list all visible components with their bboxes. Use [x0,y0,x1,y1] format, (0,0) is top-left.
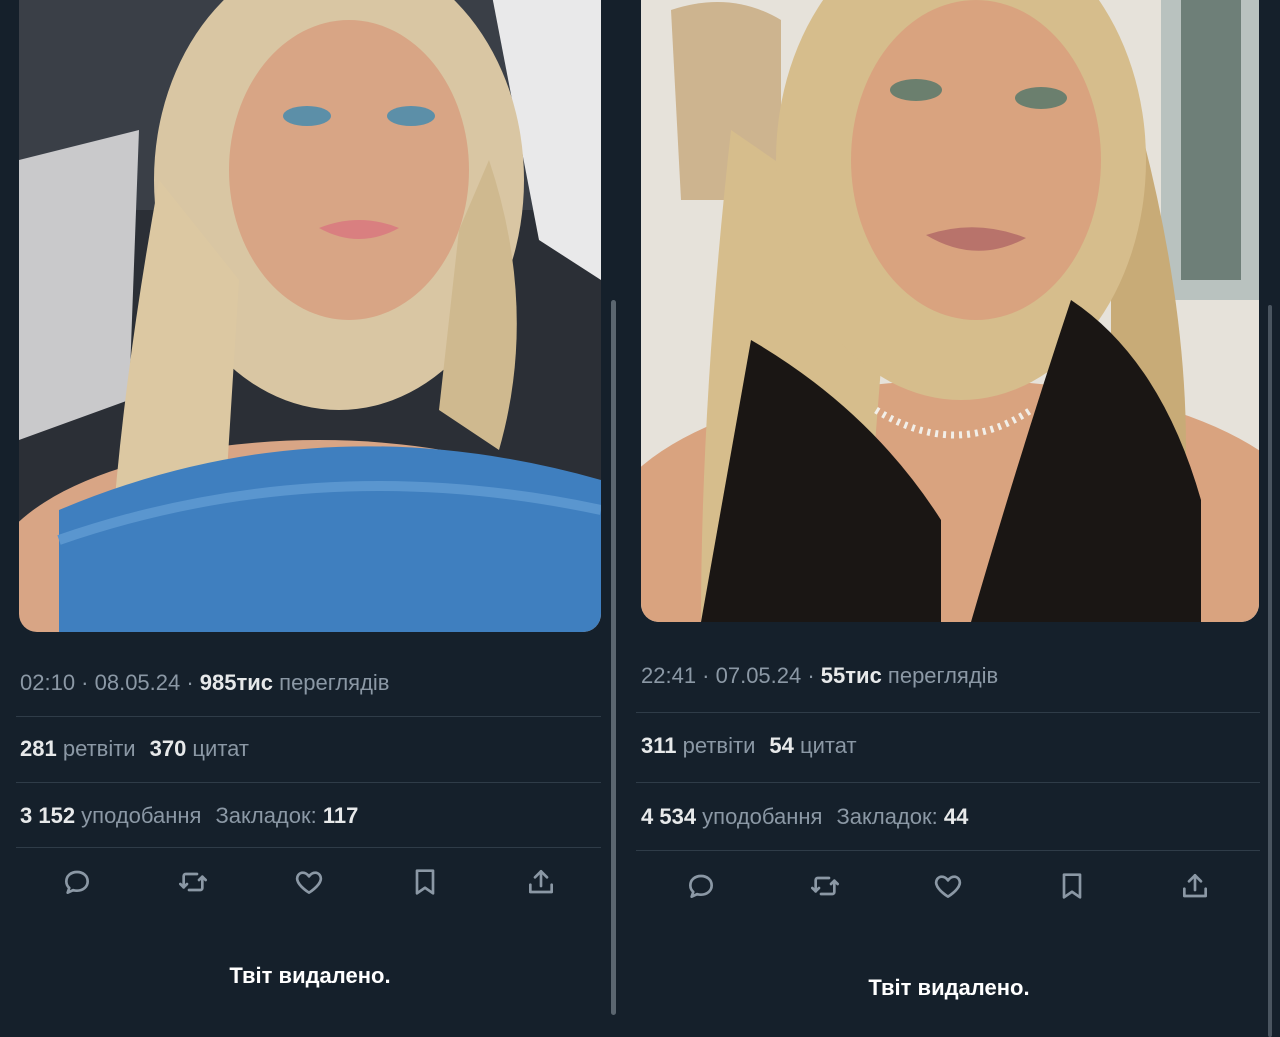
like-button[interactable] [928,866,968,906]
deleted-notice: Твіт видалено. [229,963,391,988]
tweet-meta: 02:10 · 08.05.24 · 985тис переглядів [20,670,389,696]
quotes-label[interactable]: цитат [794,733,857,758]
reply-button[interactable] [57,862,97,902]
timestamp: 02:10 · 08.05.24 · [20,670,200,695]
retweet-icon [179,872,207,892]
views-label: переглядів [273,670,390,695]
bookmark-button[interactable] [1052,866,1092,906]
bookmark-button[interactable] [405,862,445,902]
bookmarks-count: 117 [322,803,359,828]
tweet-photo[interactable] [19,0,601,632]
share-button[interactable] [521,862,561,902]
share-icon [529,870,553,894]
divider-line [16,847,601,848]
retweet-button[interactable] [805,866,845,906]
reply-icon [689,874,713,898]
views-count: 55тис [820,663,882,688]
quotes-count[interactable]: 370 [150,736,187,761]
retweets-label[interactable]: ретвіти [677,733,756,758]
reply-button[interactable] [681,866,721,906]
deleted-notice: Твіт видалено. [868,975,1030,1000]
bookmark-icon [415,869,435,895]
action-bar [641,866,1261,910]
stats-row-retweets: 311 ретвіти 54 цитат [641,733,857,759]
heart-icon [295,871,323,894]
stats-row-likes: 4 534 уподобання Закладок: 44 [641,804,968,830]
selfie-image [641,0,1259,622]
tweet-detail-left: 02:10 · 08.05.24 · 985тис переглядів 281… [0,0,612,1037]
likes-count[interactable]: 3 152 [20,803,75,828]
retweet-button[interactable] [173,862,213,902]
views-count: 985тис [199,670,274,695]
like-button[interactable] [289,862,329,902]
divider-line [16,782,601,783]
reply-icon [65,870,89,894]
retweets-count[interactable]: 311 [641,733,677,758]
stats-row-retweets: 281 ретвіти 370 цитат [20,736,249,762]
scrollbar[interactable] [1268,305,1272,1037]
retweet-icon [811,876,839,896]
tweet-photo[interactable] [641,0,1259,622]
divider-line [16,716,601,717]
share-icon [1183,874,1207,898]
likes-label[interactable]: уподобання [696,804,822,829]
retweets-label[interactable]: ретвіти [57,736,136,761]
retweets-count[interactable]: 281 [20,736,57,761]
selfie-image [19,0,601,632]
action-bar [20,862,600,902]
bookmarks-label: Закладок: [215,803,323,828]
share-button[interactable] [1175,866,1215,906]
screenshot-collage: 02:10 · 08.05.24 · 985тис переглядів 281… [0,0,1280,1037]
quotes-count[interactable]: 54 [769,733,793,758]
views-label: переглядів [881,663,999,688]
divider-line [636,782,1260,783]
divider-line [636,712,1260,713]
divider-line [636,850,1260,851]
likes-label[interactable]: уподобання [75,803,201,828]
likes-count[interactable]: 4 534 [641,804,696,829]
bookmarks-label: Закладок: [836,804,944,829]
bookmark-icon [1062,873,1082,899]
bookmarks-count: 44 [943,804,969,829]
heart-icon [934,875,962,898]
timestamp: 22:41 · 07.05.24 · [641,663,821,688]
quotes-label[interactable]: цитат [186,736,249,761]
stats-row-likes: 3 152 уподобання Закладок: 117 [20,803,358,829]
tweet-meta: 22:41 · 07.05.24 · 55тис переглядів [641,663,998,689]
tweet-detail-right: 22:41 · 07.05.24 · 55тис переглядів 311 … [616,0,1280,1037]
